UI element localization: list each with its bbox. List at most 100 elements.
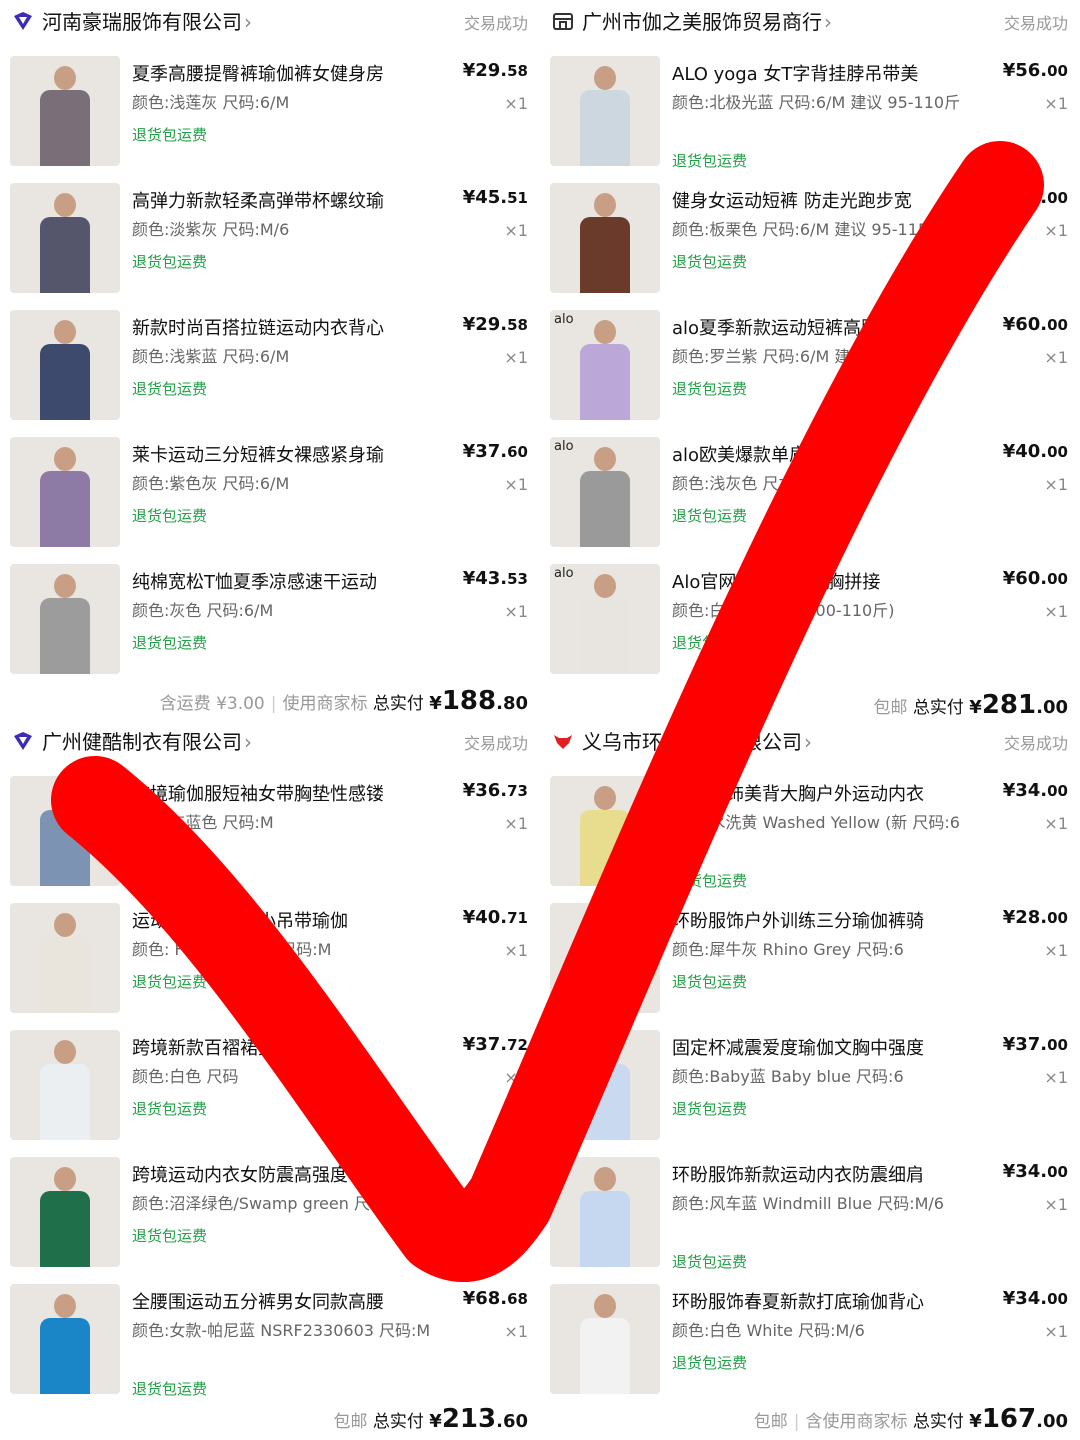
price-cents: 00 — [1047, 782, 1068, 800]
product-image[interactable] — [550, 1030, 660, 1140]
product-image[interactable] — [10, 1030, 120, 1140]
product-row[interactable]: 健身女运动短裤 防走光跑步宽 颜色:板栗色 尺码:6/M 建议 95-115斤 退货… — [540, 183, 1080, 310]
product-row[interactable]: 全腰围运动五分裤男女同款高腰 颜色:女款-帕尼蓝 NSRF2330603 尺码:M… — [0, 1284, 540, 1411]
product-row[interactable]: 纯棉宽松T恤夏季凉感速干运动 颜色:灰色 尺码:6/M 退货包运费 ¥43.53 ×1 — [0, 564, 540, 691]
product-image[interactable]: alo — [550, 437, 660, 547]
product-image[interactable] — [550, 903, 660, 1013]
product-title[interactable]: alo夏季新款运动短裤高腰 — [672, 314, 972, 340]
product-image[interactable]: alo — [550, 564, 660, 674]
product-image[interactable] — [550, 1284, 660, 1394]
price-main: ¥56. — [1002, 60, 1048, 81]
product-title[interactable]: 跨境瑜伽服短袖女带胸垫性感镂 — [132, 780, 432, 806]
product-quantity: ×1 — [504, 221, 528, 240]
product-image[interactable] — [10, 903, 120, 1013]
price-main: ¥40. — [1002, 441, 1048, 462]
product-image[interactable] — [550, 1157, 660, 1267]
product-title[interactable]: 环盼服饰户外训练三分瑜伽裤骑 — [672, 907, 972, 933]
product-spec: 颜色:浅灰色 尺寸 — [672, 474, 795, 493]
product-row[interactable]: 跨境运动内衣女防震高强度 颜色:沼泽绿色/Swamp green 尺码:M 退货包运… — [0, 1157, 540, 1284]
product-spec: 颜色:犀牛灰 Rhino Grey 尺码:6 — [672, 940, 904, 959]
product-title[interactable]: 夏季高腰提臀裤瑜伽裤女健身房 — [132, 60, 432, 86]
product-image[interactable] — [550, 776, 660, 886]
product-spec: 颜色: FBF2216201 尺码:M — [132, 940, 332, 959]
shop-name[interactable]: 义乌市环盼服饰有限公司 — [582, 730, 802, 754]
product-row[interactable]: 运动女亲肤裸感小吊带瑜伽 颜色: FBF2216201 尺码:M 退货包运费 ¥40.… — [0, 903, 540, 1030]
product-row[interactable]: alo Alo官网同款瑜伽文胸拼接 颜色:白蛋 尺码:6 (100-110斤) 退货包… — [540, 564, 1080, 691]
product-title[interactable]: 环盼服饰美背大胸户外运动内衣 — [672, 780, 972, 806]
product-row[interactable]: 环盼服饰新款运动内衣防震细肩 颜色:风车蓝 Windmill Blue 尺码:M/… — [540, 1157, 1080, 1284]
product-title[interactable]: 高弹力新款轻柔高弹带杯螺纹瑜 — [132, 187, 432, 213]
product-image[interactable] — [10, 310, 120, 420]
product-title[interactable]: 跨境运动内衣女防震高强度 — [132, 1161, 432, 1187]
product-title[interactable]: 全腰围运动五分裤男女同款高腰 — [132, 1288, 432, 1314]
product-image[interactable] — [550, 56, 660, 166]
summary-extra: 含使用商家标 — [805, 1412, 908, 1432]
model-outfit — [40, 217, 90, 293]
shop-name[interactable]: 广州健酷制衣有限公司 — [42, 730, 242, 754]
return-shipping-tag: 退货包运费 — [672, 1354, 748, 1372]
product-price: ¥60.00 — [1003, 314, 1068, 335]
product-title[interactable]: 运动女亲肤裸感小吊带瑜伽 — [132, 907, 432, 933]
shop-name[interactable]: 广州市伽之美服饰贸易商行 — [582, 10, 822, 34]
product-row[interactable]: 跨境瑜伽服短袖女带胸垫性感镂 颜色:灰蓝色 尺码:M 退货包运费 ¥36.73 ×1 — [0, 776, 540, 903]
shop-header[interactable]: 义乌市环盼服饰有限公司 › 交易成功 — [540, 720, 1080, 764]
product-row[interactable]: ALO yoga 女T字背挂脖吊带美 颜色:北极光蓝 尺码:6/M 建议 95-1… — [540, 56, 1080, 183]
product-row[interactable]: 新款时尚百搭拉链运动内衣背心 颜色:浅紫蓝 尺码:6/M 退货包运费 ¥29.58 ×1 — [0, 310, 540, 437]
product-image[interactable] — [10, 1157, 120, 1267]
product-row[interactable]: 夏季高腰提臀裤瑜伽裤女健身房 颜色:浅莲灰 尺码:6/M 退货包运费 ¥29.58 ×1 — [0, 56, 540, 183]
product-image[interactable] — [10, 1284, 120, 1394]
product-row[interactable]: 环盼服饰美背大胸户外运动内衣 颜色:水洗黄 Washed Yellow (新 尺码… — [540, 776, 1080, 903]
order-status: 交易成功 — [463, 734, 528, 753]
product-image[interactable] — [10, 56, 120, 166]
product-image[interactable] — [550, 183, 660, 293]
product-image[interactable]: alo — [550, 310, 660, 420]
summary-extra: 包邮 — [333, 1412, 368, 1432]
product-title[interactable]: 莱卡运动三分短裤女裸感紧身瑜 — [132, 441, 432, 467]
product-quantity: ×1 — [504, 1068, 528, 1087]
shop-diamond-icon — [14, 12, 32, 30]
product-price: ¥37.72 — [463, 1034, 528, 1055]
product-row[interactable]: 固定杯减震爱度瑜伽文胸中强度 颜色:Baby蓝 Baby blue 尺码:6 退货包… — [540, 1030, 1080, 1157]
product-row[interactable]: 跨境新款百褶裙女假俩防走 颜色:白色 尺码 退货包运费 ¥37.72 ×1 — [0, 1030, 540, 1157]
product-image[interactable] — [10, 437, 120, 547]
model-outfit — [580, 344, 630, 420]
product-spec: 颜色:白色 尺码 — [132, 1067, 239, 1086]
return-shipping-tag: 退货包运费 — [672, 1100, 748, 1118]
product-title[interactable]: 健身女运动短裤 防走光跑步宽 — [672, 187, 972, 213]
order-status: 交易成功 — [463, 14, 528, 33]
product-image[interactable] — [10, 564, 120, 674]
shop-header[interactable]: 河南豪瑞服饰有限公司 › 交易成功 — [0, 0, 540, 44]
product-image[interactable] — [10, 183, 120, 293]
product-title[interactable]: Alo官网同款瑜伽文胸拼接 — [672, 568, 972, 594]
return-shipping-tag: 退货包运费 — [132, 507, 208, 525]
total-amount: 167 — [981, 1404, 1037, 1434]
total-currency: ¥ — [969, 697, 982, 718]
product-title[interactable]: 新款时尚百搭拉链运动内衣背心 — [132, 314, 432, 340]
product-row[interactable]: alo alo欧美爆款单肩包时尚潮 颜色:浅灰色 尺寸 退货包运费 ¥40.00 ×1 — [540, 437, 1080, 564]
product-price: ¥40.71 — [463, 907, 528, 928]
product-row[interactable]: 环盼服饰春夏新款打底瑜伽背心 颜色:白色 White 尺码:M/6 退货包运费 ¥34… — [540, 1284, 1080, 1411]
total-amount: 188 — [441, 686, 497, 716]
product-row[interactable]: 高弹力新款轻柔高弹带杯螺纹瑜 颜色:淡紫灰 尺码:M/6 退货包运费 ¥45.51 ×1 — [0, 183, 540, 310]
return-shipping-tag: 退货包运费 — [672, 872, 748, 890]
product-title[interactable]: 跨境新款百褶裙女假俩防走 — [132, 1034, 432, 1060]
shop-header[interactable]: 广州健酷制衣有限公司 › 交易成功 — [0, 720, 540, 764]
product-title[interactable]: 固定杯减震爱度瑜伽文胸中强度 — [672, 1034, 972, 1060]
product-row[interactable]: 莱卡运动三分短裤女裸感紧身瑜 颜色:紫色灰 尺码:6/M 退货包运费 ¥37.60 ×1 — [0, 437, 540, 564]
product-title[interactable]: alo欧美爆款单肩包时尚潮 — [672, 441, 972, 467]
product-quantity: ×1 — [504, 475, 528, 494]
product-price: ¥29.58 — [463, 314, 528, 335]
shop-name[interactable]: 河南豪瑞服饰有限公司 — [42, 10, 242, 34]
return-shipping-tag: 退货包运费 — [672, 507, 748, 525]
product-title[interactable]: ALO yoga 女T字背挂脖吊带美 — [672, 60, 972, 86]
product-row[interactable]: 环盼服饰户外训练三分瑜伽裤骑 颜色:犀牛灰 Rhino Grey 尺码:6 退货包运… — [540, 903, 1080, 1030]
product-price: ¥56.00 — [1003, 60, 1068, 81]
shop-header[interactable]: 广州市伽之美服饰贸易商行 › 交易成功 — [540, 0, 1080, 44]
product-title[interactable]: 环盼服饰春夏新款打底瑜伽背心 — [672, 1288, 972, 1314]
product-title[interactable]: 环盼服饰新款运动内衣防震细肩 — [672, 1161, 972, 1187]
product-image[interactable] — [10, 776, 120, 886]
product-title[interactable]: 纯棉宽松T恤夏季凉感速干运动 — [132, 568, 432, 594]
product-row[interactable]: alo alo夏季新款运动短裤高腰 颜色:罗兰紫 尺码:6/M 建议 95-115斤… — [540, 310, 1080, 437]
total-label: 总实付 — [912, 1412, 964, 1432]
price-main: ¥60. — [1002, 568, 1048, 589]
